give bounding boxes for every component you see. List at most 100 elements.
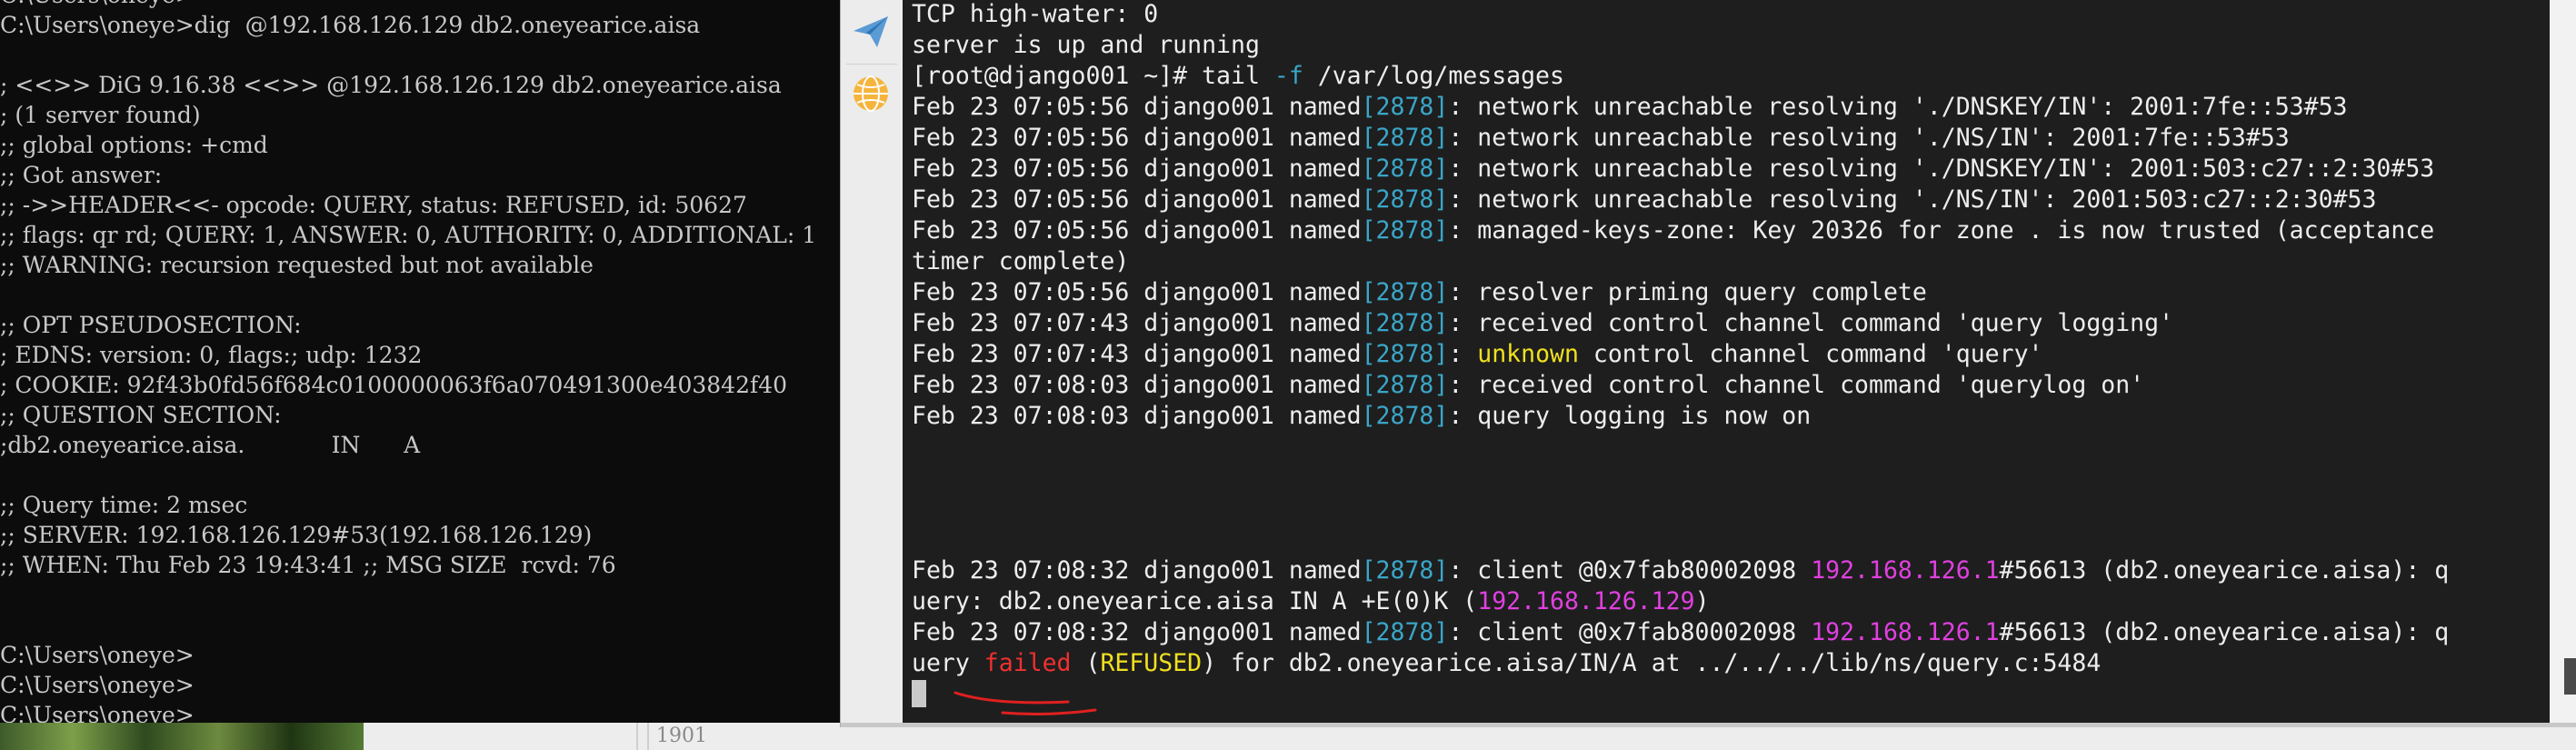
terminal-cursor	[912, 680, 926, 707]
cmd-line: ;; Query time: 2 msec	[0, 492, 248, 518]
scrollbar-thumb[interactable]	[2564, 658, 2576, 695]
terminal-text: #56613 (db2.oneyearice.aisa): q	[1999, 618, 2450, 646]
terminal-line: Feb 23 07:05:56 django001 named[2878]: n…	[912, 154, 2434, 185]
highlighted-token: REFUSED	[1100, 649, 1203, 677]
cmd-line: ;; flags: qr rd; QUERY: 1, ANSWER: 0, AU…	[0, 222, 817, 248]
terminal-text: Feb 23 07:05:56 django001 named	[912, 185, 1362, 214]
cmd-line: ;; global options: +cmd	[0, 132, 268, 158]
terminal-text: server is up and running	[912, 31, 1260, 59]
terminal-text: : client @0x7fab80002098	[1448, 556, 1812, 585]
terminal-text: :	[1448, 340, 1478, 368]
terminal-border	[841, 723, 2576, 727]
highlighted-token: [2878]	[1361, 402, 1449, 430]
cmd-line: ;; WHEN: Thu Feb 23 19:43:41 ;; MSG SIZE…	[0, 552, 616, 578]
cmd-line: ;; ->>HEADER<<- opcode: QUERY, status: R…	[0, 192, 747, 218]
cmd-line: C:\Users\oneye>	[0, 672, 195, 698]
terminal-line: Feb 23 07:07:43 django001 named[2878]: r…	[912, 308, 2173, 339]
highlighted-token: [2878]	[1361, 93, 1449, 121]
terminal-text: : received control channel command 'quer…	[1448, 371, 2145, 399]
terminal-line: Feb 23 07:08:32 django001 named[2878]: c…	[912, 555, 2449, 586]
terminal-line: Feb 23 07:07:43 django001 named[2878]: u…	[912, 339, 2042, 370]
terminal-line: Feb 23 07:05:56 django001 named[2878]: n…	[912, 185, 2376, 215]
terminal-text: Feb 23 07:08:03 django001 named	[912, 402, 1362, 430]
cmd-line: ; EDNS: version: 0, flags:; udp: 1232	[0, 342, 423, 368]
terminal-line: Feb 23 07:08:03 django001 named[2878]: r…	[912, 370, 2144, 401]
highlighted-token: 192.168.126.129	[1477, 587, 1695, 615]
highlighted-token: 192.168.126.1	[1811, 618, 2000, 646]
terminal-text: : received control channel command 'quer…	[1448, 309, 2174, 337]
terminal-line: Feb 23 07:05:56 django001 named[2878]: n…	[912, 123, 2290, 154]
terminal-line: Feb 23 07:05:56 django001 named[2878]: n…	[912, 92, 2348, 123]
terminal-line: uery: db2.oneyearice.aisa IN A +E(0)K (1…	[912, 586, 1710, 617]
highlighted-token: [2878]	[1361, 556, 1449, 585]
cmd-line: ; (1 server found)	[0, 102, 201, 128]
terminal-line: Feb 23 07:05:56 django001 named[2878]: r…	[912, 277, 1927, 308]
terminal-text: ) for db2.oneyearice.aisa/IN/A at ../../…	[1202, 649, 2102, 677]
terminal-text: : network unreachable resolving './DNSKE…	[1448, 155, 2435, 183]
terminal-text: : query logging is now on	[1448, 402, 1812, 430]
red-underline-annotation	[954, 691, 1097, 715]
terminal-text: uery	[912, 649, 984, 677]
terminal-output[interactable]: uery failed (REFUSED) for db2.oneyearice…	[903, 0, 2550, 723]
terminal-text: Feb 23 07:05:56 django001 named	[912, 278, 1362, 306]
terminal-text: /var/log/messages	[1303, 62, 1564, 90]
terminal-scrollbar[interactable]	[2550, 0, 2576, 723]
terminal-line: Feb 23 07:08:32 django001 named[2878]: c…	[912, 617, 2449, 648]
terminal-text: : network unreachable resolving './DNSKE…	[1448, 93, 2348, 121]
cmd-line: ; <<>> DiG 9.16.38 <<>> @192.168.126.129…	[0, 72, 782, 98]
highlighted-token: [2878]	[1361, 185, 1449, 214]
terminal-text: Feb 23 07:05:56 django001 named	[912, 155, 1362, 183]
send-icon[interactable]	[850, 11, 892, 53]
globe-icon[interactable]	[850, 73, 892, 115]
cmd-line: C:\Users\oneye>	[0, 0, 195, 10]
sidebar-separator	[846, 64, 897, 65]
cmd-line: ;db2.oneyearice.aisa. IN A	[0, 432, 421, 458]
cmd-window[interactable]: C:\Users\oneye> C:\Users\oneye>dig @192.1…	[0, 0, 845, 723]
terminal-text: Feb 23 07:05:56 django001 named	[912, 216, 1362, 245]
terminal-line: timer complete)	[912, 246, 1129, 277]
highlighted-token: [2878]	[1361, 155, 1449, 183]
highlighted-token: [2878]	[1361, 371, 1449, 399]
partial-number: 1901	[656, 725, 707, 747]
terminal-text: TCP high-water: 0	[912, 0, 1159, 28]
terminal-text: Feb 23 07:07:43 django001 named	[912, 340, 1362, 368]
cmd-line: C:\Users\oneye>dig @192.168.126.129 db2.…	[0, 12, 701, 38]
terminal-sidebar	[841, 0, 904, 723]
terminal-text: Feb 23 07:08:03 django001 named	[912, 371, 1362, 399]
highlighted-token: [2878]	[1361, 340, 1449, 368]
terminal-line: uery failed (REFUSED) for db2.oneyearice…	[912, 648, 2101, 679]
terminal-line: Feb 23 07:05:56 django001 named[2878]: m…	[912, 215, 2434, 246]
divider	[636, 723, 638, 750]
terminal-text: Feb 23 07:08:32 django001 named	[912, 618, 1362, 646]
terminal-text: : network unreachable resolving './NS/IN…	[1448, 185, 2377, 214]
cmd-line: C:\Users\oneye>	[0, 642, 195, 668]
terminal-text: Feb 23 07:05:56 django001 named	[912, 124, 1362, 152]
terminal-text: timer complete)	[912, 247, 1130, 275]
cmd-line: ;; QUESTION SECTION:	[0, 402, 282, 428]
cmd-line: ; COOKIE: 92f43b0fd56f684c0100000063f6a0…	[0, 372, 788, 398]
terminal-text: Feb 23 07:07:43 django001 named	[912, 309, 1362, 337]
highlighted-token: [2878]	[1361, 618, 1449, 646]
highlighted-token: failed	[983, 649, 1072, 677]
terminal-text: uery: db2.oneyearice.aisa IN A +E(0)K (	[912, 587, 1478, 615]
terminal-window: uery failed (REFUSED) for db2.oneyearice…	[840, 0, 2576, 727]
divider	[647, 723, 649, 750]
terminal-text: (	[1071, 649, 1101, 677]
highlighted-token: [2878]	[1361, 216, 1449, 245]
terminal-text: : client @0x7fab80002098	[1448, 618, 1812, 646]
terminal-text: )	[1694, 587, 1710, 615]
terminal-line: [root@django001 ~]# tail -f /var/log/mes…	[912, 61, 1564, 92]
terminal-line: TCP high-water: 0	[912, 0, 1158, 30]
highlighted-token: [2878]	[1361, 278, 1449, 306]
wallpaper-fragment	[0, 723, 364, 750]
terminal-text: [root@django001 ~]# tail	[912, 62, 1274, 90]
terminal-text: control channel command 'query'	[1578, 340, 2043, 368]
highlighted-token: 192.168.126.1	[1811, 556, 2000, 585]
terminal-text: : network unreachable resolving './NS/IN…	[1448, 124, 2290, 152]
highlighted-token: unknown	[1477, 340, 1579, 368]
highlighted-token: [2878]	[1361, 124, 1449, 152]
terminal-text: Feb 23 07:05:56 django001 named	[912, 93, 1362, 121]
terminal-line: server is up and running	[912, 30, 1260, 61]
terminal-text: : resolver priming query complete	[1448, 278, 1927, 306]
cmd-line: ;; WARNING: recursion requested but not …	[0, 252, 594, 278]
